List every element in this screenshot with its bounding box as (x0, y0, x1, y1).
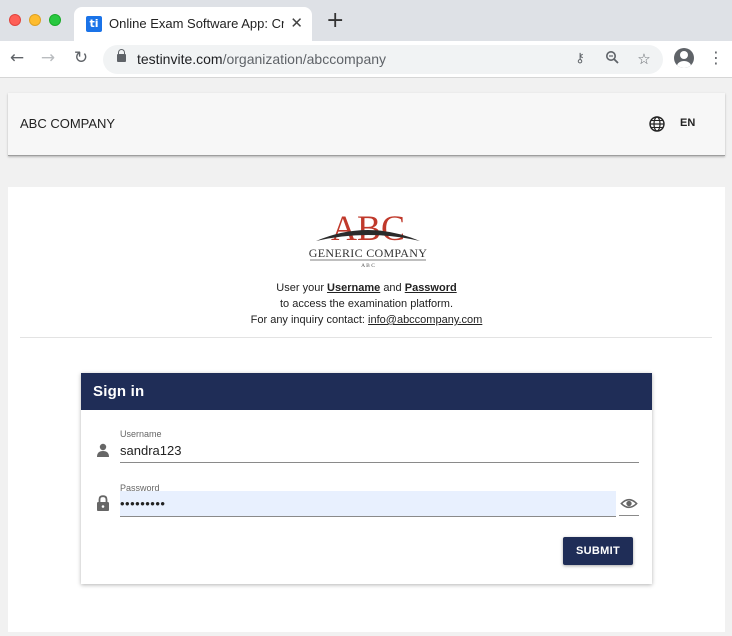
signin-title: Sign in (93, 383, 145, 400)
password-word: Password (404, 282, 457, 294)
tab-title: Online Exam Software App: Cre (109, 16, 284, 31)
divider (20, 337, 712, 338)
intro-text: User your Username and Password to acces… (8, 280, 725, 328)
back-arrow-icon[interactable]: ← (7, 48, 27, 68)
show-password-eye-icon[interactable] (619, 494, 639, 516)
username-field[interactable]: Username sandra123 (120, 427, 639, 463)
maximize-window-button[interactable] (49, 14, 61, 26)
contact-email-link[interactable]: info@abccompany.com (368, 314, 482, 326)
username-input[interactable]: sandra123 (120, 443, 181, 458)
address-bar[interactable]: testinvite.com/organization/abccompany ⚷… (103, 45, 663, 74)
logo-sub: A B C (361, 263, 375, 269)
submit-button[interactable]: SUBMIT (563, 537, 633, 565)
favicon-icon: ti (86, 16, 102, 32)
bookmark-star-icon[interactable]: ☆ (635, 50, 653, 68)
zoom-icon[interactable] (603, 50, 621, 68)
organization-name: ABC COMPANY (20, 116, 116, 131)
url-text[interactable]: testinvite.com/organization/abccompany (137, 51, 386, 67)
page-header: ABC COMPANY EN (8, 93, 725, 156)
main-content: ABC GENERIC COMPANY A B C User your User… (8, 187, 725, 632)
logo-company: GENERIC COMPANY (309, 246, 427, 260)
lock-icon (97, 495, 109, 511)
close-tab-icon[interactable]: ✕ (290, 14, 303, 32)
browser-tab[interactable]: ti Online Exam Software App: Cre ✕ (74, 7, 312, 41)
intro-line-1: User your Username and Password (276, 282, 457, 294)
key-icon[interactable]: ⚷ (571, 50, 589, 68)
globe-icon[interactable] (649, 116, 665, 132)
minimize-window-button[interactable] (29, 14, 41, 26)
browser-tab-bar: ti Online Exam Software App: Cre ✕ + (0, 0, 732, 41)
close-window-button[interactable] (9, 14, 21, 26)
signin-card: Sign in Username sandra123 Password ••••… (81, 373, 652, 584)
signin-header: Sign in (81, 373, 652, 410)
person-icon (97, 443, 109, 457)
forward-arrow-icon[interactable]: → (38, 48, 58, 68)
username-label: Username (120, 429, 162, 439)
more-menu-icon[interactable]: ⋮ (708, 48, 724, 68)
language-selector[interactable]: EN (680, 117, 695, 129)
browser-toolbar: ← → ↻ testinvite.com/organization/abccom… (0, 41, 732, 78)
url-domain: testinvite.com (137, 51, 223, 67)
password-value: ••••••••• (120, 496, 166, 511)
new-tab-button[interactable]: + (326, 8, 344, 33)
profile-avatar-icon[interactable] (674, 48, 694, 68)
password-input[interactable]: ••••••••• (120, 491, 616, 517)
lock-icon[interactable] (117, 49, 126, 62)
intro-line-2: to access the examination platform. (279, 298, 454, 310)
reload-icon[interactable]: ↻ (71, 48, 91, 68)
url-path: /organization/abccompany (222, 51, 387, 67)
company-logo: ABC GENERIC COMPANY A B C (309, 208, 427, 269)
intro-line-3: For any inquiry contact: info@abccompany… (250, 314, 483, 326)
password-field[interactable]: Password ••••••••• (120, 480, 639, 517)
username-word: Username (327, 282, 381, 294)
logo-brand: ABC (331, 208, 405, 248)
